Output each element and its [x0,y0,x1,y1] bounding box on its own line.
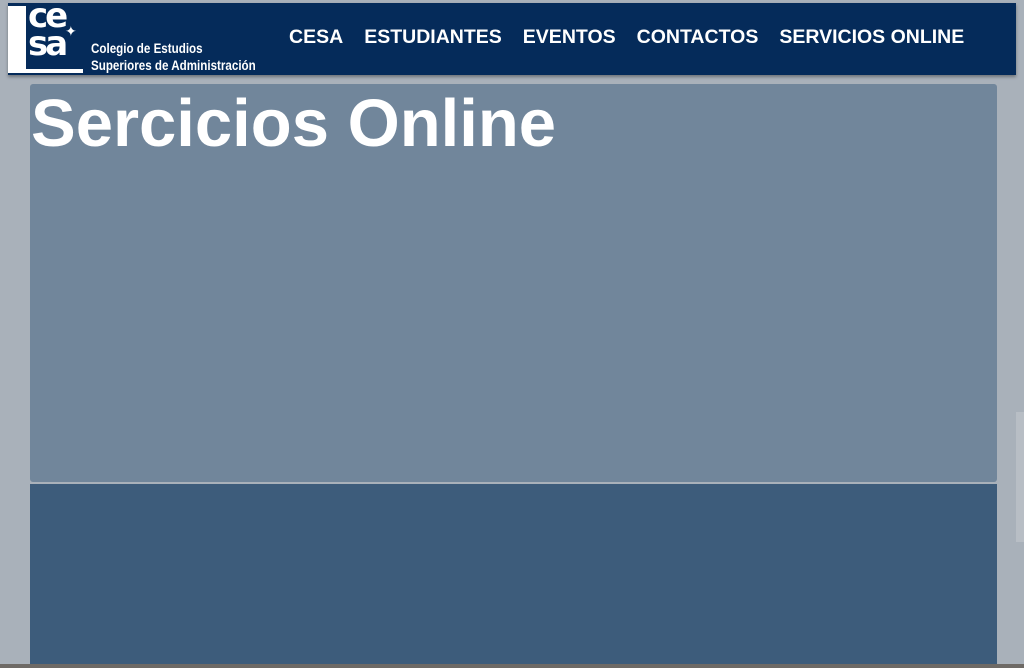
institution-name-line2: Superiores de Administración [91,58,256,73]
page-title: Sercicios Online [31,86,557,161]
nav-link-contactos[interactable]: CONTACTOS [637,25,759,49]
institution-name: Colegio de Estudios Superiores de Admini… [91,40,256,74]
nav-link-servicios-online[interactable]: SERVICIOS ONLINE [779,25,964,49]
scrollbar-thumb[interactable] [1016,412,1024,542]
nav-link-cesa[interactable]: CESA [289,25,343,49]
top-navbar: ce sa ✦ Colegio de Estudios Superiores d… [8,0,1016,75]
hero-panel: Sercicios Online [30,84,997,482]
page-frame: ce sa ✦ Colegio de Estudios Superiores d… [0,0,1024,668]
main-nav-menu: CESA ESTUDIANTES EVENTOS CONTACTOS SERVI… [289,25,985,49]
content-panel [30,484,997,668]
star-icon: ✦ [65,23,77,39]
nav-link-eventos[interactable]: EVENTOS [523,25,616,49]
institution-name-line1: Colegio de Estudios [91,41,203,56]
nav-link-estudiantes[interactable]: ESTUDIANTES [364,25,502,49]
bottom-edge [0,664,1024,668]
